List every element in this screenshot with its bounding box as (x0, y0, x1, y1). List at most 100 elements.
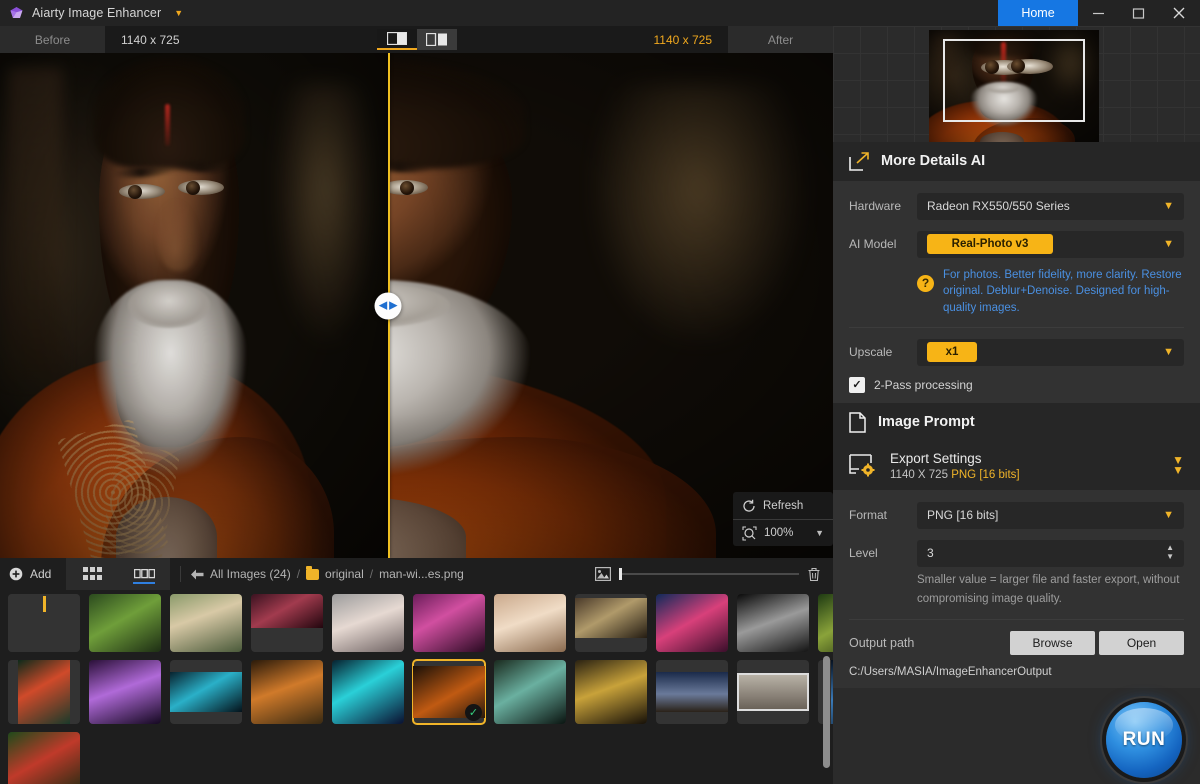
trash-icon[interactable] (807, 567, 821, 582)
image-size-icon (595, 567, 611, 581)
more-details-header[interactable]: More Details AI (833, 142, 1200, 181)
slider-knob[interactable] (619, 568, 622, 580)
arrow-left-icon: ◀ (379, 300, 387, 311)
maximize-icon[interactable] (1118, 0, 1158, 26)
list-item[interactable] (332, 660, 404, 724)
refresh-label: Refresh (763, 500, 803, 512)
export-settings-header[interactable]: Export Settings 1140 X 725 PNG [16 bits]… (833, 441, 1200, 489)
grid-view-icon (83, 567, 102, 581)
list-item[interactable] (656, 594, 728, 652)
list-item[interactable] (575, 594, 647, 652)
format-label: Format (849, 508, 917, 522)
spinner-up-down-icon[interactable]: ▲▼ (1166, 544, 1174, 562)
list-item[interactable] (170, 594, 242, 652)
navigator-preview[interactable] (833, 26, 1200, 142)
ai-model-hint-text: For photos. Better fidelity, more clarit… (943, 267, 1184, 317)
before-after-bar: Before 1140 x 725 1140 x 725 After (0, 26, 833, 53)
navigator-viewport-box[interactable] (943, 39, 1085, 122)
gem-logo-icon (9, 6, 24, 20)
two-pass-checkbox[interactable]: ✓ (849, 377, 865, 393)
thumbnail-strip[interactable]: ✓ (0, 590, 833, 784)
list-item[interactable] (332, 594, 404, 652)
level-stepper[interactable]: 3 ▲▼ (917, 540, 1184, 567)
thumbnail-row-2: ✓ (8, 660, 833, 724)
chevron-down-icon: ▼ (1163, 238, 1174, 250)
export-summary-size: 1140 X 725 (890, 469, 948, 481)
question-mark-icon[interactable]: ? (917, 275, 934, 292)
double-chevron-down-icon[interactable]: ▼▼ (1172, 456, 1184, 475)
add-button[interactable]: Add (0, 558, 66, 590)
expand-details-icon (849, 152, 870, 171)
browse-button[interactable]: Browse (1010, 631, 1095, 655)
upscale-select[interactable]: x1 ▼ (917, 339, 1184, 366)
list-item[interactable] (737, 594, 809, 652)
list-item[interactable] (251, 594, 323, 652)
grid-view-button[interactable] (66, 558, 118, 590)
list-item[interactable] (8, 732, 80, 784)
list-item[interactable] (170, 660, 242, 724)
minimize-icon[interactable] (1078, 0, 1118, 26)
compare-slider-handle[interactable]: ◀ ▶ (375, 292, 402, 319)
list-item[interactable] (413, 594, 485, 652)
hardware-label: Hardware (849, 199, 917, 213)
list-item[interactable] (89, 660, 161, 724)
thumbnail-row-1 (8, 594, 833, 652)
level-note: Smaller value = larger file and faster e… (917, 571, 1184, 610)
app-logo-group: Aiarty Image Enhancer ▼ (0, 6, 183, 20)
list-item[interactable] (494, 660, 566, 724)
list-item[interactable] (8, 594, 80, 652)
zoom-level-label: 100% (764, 527, 793, 539)
folder-icon (306, 569, 319, 580)
list-item[interactable] (251, 660, 323, 724)
list-item[interactable] (8, 660, 80, 724)
breadcrumb-all-images[interactable]: All Images (24) (210, 567, 291, 581)
arrow-left-icon[interactable] (191, 569, 204, 580)
list-item[interactable] (656, 660, 728, 724)
list-item-selected[interactable]: ✓ (413, 660, 485, 724)
list-item[interactable] (494, 594, 566, 652)
list-item[interactable] (737, 660, 809, 724)
active-indicator (133, 582, 155, 584)
section-divider (849, 327, 1184, 328)
home-button[interactable]: Home (998, 0, 1078, 26)
document-icon (849, 412, 867, 433)
ai-model-select[interactable]: Real-Photo v3 ▼ (917, 231, 1184, 258)
before-label: Before (0, 26, 105, 53)
refresh-button[interactable]: Refresh (733, 492, 833, 519)
upscale-value: x1 (927, 342, 977, 362)
add-label: Add (30, 567, 51, 581)
list-item[interactable] (818, 594, 833, 652)
chevron-down-icon: ▼ (1163, 200, 1174, 212)
format-value: PNG [16 bits] (927, 508, 998, 522)
close-icon[interactable] (1158, 0, 1200, 26)
run-button[interactable]: RUN (1106, 702, 1182, 778)
list-item[interactable] (89, 594, 161, 652)
plus-circle-icon (9, 567, 23, 581)
list-item[interactable] (575, 660, 647, 724)
split-view-single-icon[interactable] (377, 29, 417, 50)
window-controls: Home (998, 0, 1200, 26)
hardware-value: Radeon RX550/550 Series (927, 199, 1070, 213)
after-label: After (728, 26, 833, 53)
upscale-label: Upscale (849, 345, 917, 359)
split-view-double-icon[interactable] (417, 29, 457, 50)
format-select[interactable]: PNG [16 bits] ▼ (917, 502, 1184, 529)
open-button[interactable]: Open (1099, 631, 1184, 655)
image-canvas[interactable]: ◀ ▶ Refresh (0, 53, 833, 558)
breadcrumb-folder[interactable]: original (325, 567, 364, 581)
chevron-down-icon[interactable]: ▼ (174, 9, 183, 18)
thumbnail-scrollbar[interactable] (823, 656, 830, 768)
hardware-select[interactable]: Radeon RX550/550 Series ▼ (917, 193, 1184, 220)
thumbnail-size-slider[interactable] (619, 573, 799, 575)
filmstrip-view-button[interactable] (118, 558, 170, 590)
zoom-fit-icon (742, 526, 757, 541)
level-value: 3 (927, 546, 934, 560)
two-pass-row[interactable]: ✓ 2-Pass processing (849, 377, 1184, 393)
run-area: RUN (833, 688, 1200, 784)
editor-column: Before 1140 x 725 1140 x 725 After (0, 26, 833, 784)
breadcrumb-separator: / (297, 567, 300, 581)
chevron-down-icon: ▼ (1163, 346, 1174, 358)
image-prompt-header[interactable]: Image Prompt (833, 403, 1200, 442)
ai-model-hint: ? For photos. Better fidelity, more clar… (917, 267, 1184, 317)
zoom-level-control[interactable]: 100% ▼ (733, 519, 833, 546)
